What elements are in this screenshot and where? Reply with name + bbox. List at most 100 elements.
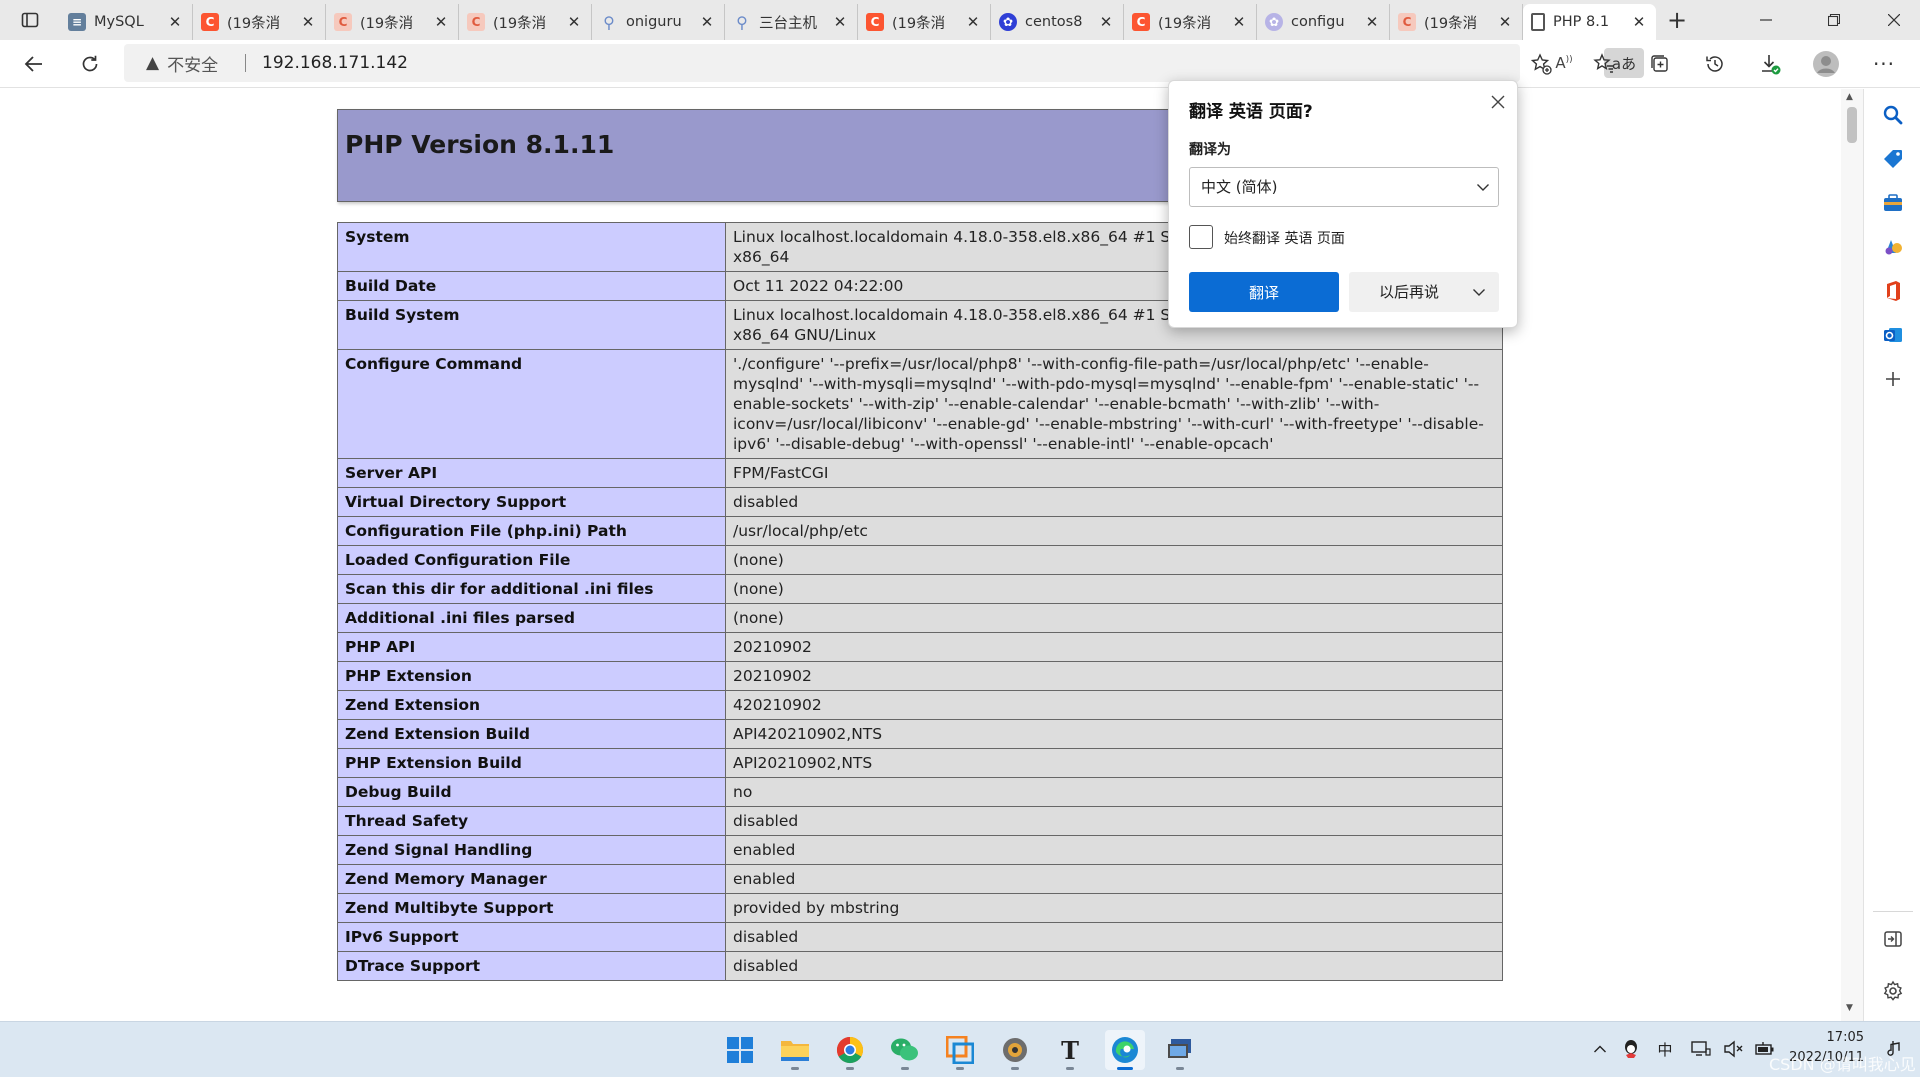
tab-close-icon[interactable]: ✕	[299, 13, 317, 31]
tab[interactable]: (19条消 ✕	[1390, 4, 1523, 40]
tab[interactable]: (19条消 ✕	[858, 4, 991, 40]
tab-close-icon[interactable]: ✕	[831, 13, 849, 31]
tab[interactable]: ✿ configu ✕	[1257, 4, 1390, 40]
tab-close-icon[interactable]: ✕	[1630, 13, 1648, 31]
tab-close-icon[interactable]: ✕	[565, 13, 583, 31]
address-bar[interactable]: ▲ 不安全 192.168.171.142 A)) aあ	[124, 44, 1644, 82]
favorites-icon	[1593, 53, 1613, 73]
taskbar-vmware[interactable]	[940, 1030, 980, 1070]
tab[interactable]: (19条消 ✕	[193, 4, 326, 40]
refresh-button[interactable]	[70, 46, 110, 82]
tab-actions-button[interactable]	[8, 4, 52, 36]
tab[interactable]: ⚲ oniguru ✕	[592, 4, 725, 40]
always-translate-label[interactable]: 始终翻译 英语 页面	[1224, 228, 1345, 248]
tab[interactable]: ✿ centos8 ✕	[991, 4, 1124, 40]
sidebar-settings-button[interactable]	[1873, 971, 1913, 1011]
tray-network-icon[interactable]	[1688, 1036, 1714, 1062]
tab-close-icon[interactable]: ✕	[1230, 13, 1248, 31]
translate-language-select[interactable]: 中文 (简体)	[1189, 167, 1499, 207]
info-row-value: API420210902,NTS	[725, 719, 1503, 749]
tab-list: ≡ MySQL ✕ (19条消 ✕ (19条消 ✕ (19条消 ✕ ⚲ oniguru ✕ ⚲ 三台主机 ✕…	[60, 0, 1656, 40]
tray-overflow-button[interactable]	[1587, 1036, 1613, 1062]
tab-active[interactable]: PHP 8.1 ✕	[1523, 4, 1656, 40]
close-window-button[interactable]	[1868, 0, 1920, 40]
profile-button[interactable]	[1806, 46, 1846, 82]
taskbar-edge[interactable]	[1105, 1030, 1145, 1070]
info-row: PHP Extension 20210902	[337, 661, 1503, 691]
info-row-label: Virtual Directory Support	[337, 487, 726, 517]
url-text[interactable]: 192.168.171.142	[262, 44, 408, 82]
site-security-indicator[interactable]: ▲ 不安全	[146, 44, 218, 82]
taskbar-remote-desktop[interactable]	[1160, 1030, 1200, 1070]
sidebar-tools-button[interactable]	[1873, 183, 1913, 223]
sidebar-office-button[interactable]	[1873, 271, 1913, 311]
settings-more-button[interactable]: ···	[1864, 46, 1904, 82]
sidebar-outlook-button[interactable]	[1873, 315, 1913, 355]
history-icon	[1706, 56, 1723, 72]
scroll-thumb[interactable]	[1847, 107, 1857, 143]
tab[interactable]: ≡ MySQL ✕	[60, 4, 193, 40]
tab-close-icon[interactable]: ✕	[432, 13, 450, 31]
tab-close-icon[interactable]: ✕	[698, 13, 716, 31]
tab[interactable]: (19条消 ✕	[459, 4, 592, 40]
translate-popup-close-button[interactable]	[1485, 89, 1511, 115]
not-now-button[interactable]: 以后再说	[1349, 272, 1499, 312]
download-icon	[1762, 55, 1781, 75]
chevron-down-icon[interactable]	[1461, 272, 1497, 312]
restore-button[interactable]	[1808, 0, 1860, 40]
split-screen-icon	[1884, 931, 1902, 947]
tab-close-icon[interactable]: ✕	[166, 13, 184, 31]
restore-icon	[1828, 14, 1840, 26]
taskbar-start-button[interactable]	[720, 1030, 760, 1070]
not-now-label: 以后再说	[1379, 283, 1440, 301]
translate-language-value: 中文 (简体)	[1201, 178, 1278, 196]
tab-close-icon[interactable]: ✕	[964, 13, 982, 31]
collections-button[interactable]	[1640, 46, 1680, 82]
security-label: 不安全	[167, 55, 219, 76]
tab-close-icon[interactable]: ✕	[1097, 13, 1115, 31]
info-row: PHP Extension Build API20210902,NTS	[337, 748, 1503, 778]
info-row-label: Loaded Configuration File	[337, 545, 726, 575]
baidu-icon: ✿	[1265, 13, 1283, 31]
sidebar-search-button[interactable]	[1873, 95, 1913, 135]
tab[interactable]: (19条消 ✕	[1124, 4, 1257, 40]
tab-title: (19条消	[227, 15, 281, 32]
sidebar-add-button[interactable]	[1873, 359, 1913, 399]
downloads-button[interactable]	[1750, 46, 1790, 82]
taskbar-file-explorer[interactable]	[775, 1030, 815, 1070]
chrome-icon	[836, 1036, 864, 1064]
tray-volume-muted-icon[interactable]	[1720, 1036, 1746, 1062]
new-tab-button[interactable]: +	[1660, 4, 1694, 36]
history-button[interactable]	[1695, 46, 1735, 82]
tray-qq-icon[interactable]	[1618, 1036, 1644, 1062]
page-scrollbar[interactable]: ▲ ▼	[1841, 89, 1863, 1021]
favorites-button[interactable]	[1584, 46, 1624, 82]
taskbar-chrome[interactable]	[830, 1030, 870, 1070]
minimize-button[interactable]	[1740, 0, 1792, 40]
taskbar-wechat[interactable]	[885, 1030, 925, 1070]
sidebar-hide-button[interactable]	[1873, 919, 1913, 959]
always-translate-checkbox[interactable]	[1189, 225, 1213, 249]
tab-close-icon[interactable]: ✕	[1496, 13, 1514, 31]
search-icon: ⚲	[603, 12, 615, 32]
info-row: DTrace Support disabled	[337, 951, 1503, 981]
tab[interactable]: ⚲ 三台主机 ✕	[725, 4, 858, 40]
back-button[interactable]	[14, 46, 54, 82]
scroll-up-arrow-icon[interactable]: ▲	[1846, 92, 1853, 102]
info-row-label: Configuration File (php.ini) Path	[337, 516, 726, 546]
translate-confirm-button[interactable]: 翻译	[1189, 272, 1339, 312]
info-row-value: (none)	[725, 603, 1503, 633]
taskbar-app[interactable]	[995, 1030, 1035, 1070]
sidebar-games-button[interactable]	[1873, 227, 1913, 267]
info-row-label: Build System	[337, 300, 726, 350]
info-row-value: (none)	[725, 574, 1503, 604]
scroll-down-arrow-icon[interactable]: ▼	[1846, 1003, 1853, 1013]
info-row-label: PHP Extension Build	[337, 748, 726, 778]
add-favorite-button[interactable]	[1521, 46, 1561, 82]
tab[interactable]: (19条消 ✕	[326, 4, 459, 40]
tray-ime-indicator[interactable]: 中	[1652, 1036, 1678, 1062]
taskbar-typora[interactable]: T	[1050, 1030, 1090, 1070]
tab-close-icon[interactable]: ✕	[1363, 13, 1381, 31]
csdn-icon	[866, 13, 884, 31]
sidebar-shopping-button[interactable]	[1873, 139, 1913, 179]
